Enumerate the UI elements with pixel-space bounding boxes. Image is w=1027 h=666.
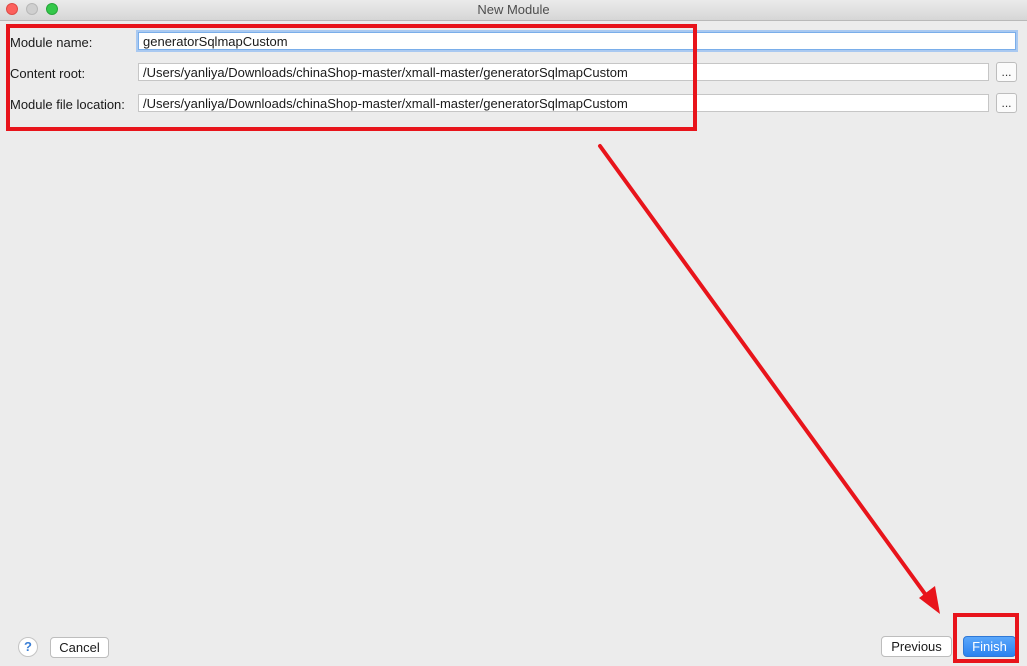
content-root-input[interactable] (138, 63, 989, 81)
module-file-location-label: Module file location: (10, 97, 125, 112)
content-root-browse-button[interactable]: ... (996, 62, 1017, 82)
new-module-dialog: New Module Module name: Content root: ..… (0, 0, 1027, 666)
module-name-label: Module name: (10, 35, 93, 50)
module-file-location-input[interactable] (138, 94, 989, 112)
cancel-button[interactable]: Cancel (50, 637, 109, 658)
help-button[interactable]: ? (18, 637, 38, 657)
module-file-location-browse-button[interactable]: ... (996, 93, 1017, 113)
previous-button[interactable]: Previous (881, 636, 952, 657)
content-root-label: Content root: (10, 66, 86, 81)
finish-button[interactable]: Finish (963, 636, 1016, 657)
module-name-input[interactable] (138, 32, 1016, 50)
window-title: New Module (477, 2, 550, 17)
title-bar: New Module (0, 0, 1027, 21)
